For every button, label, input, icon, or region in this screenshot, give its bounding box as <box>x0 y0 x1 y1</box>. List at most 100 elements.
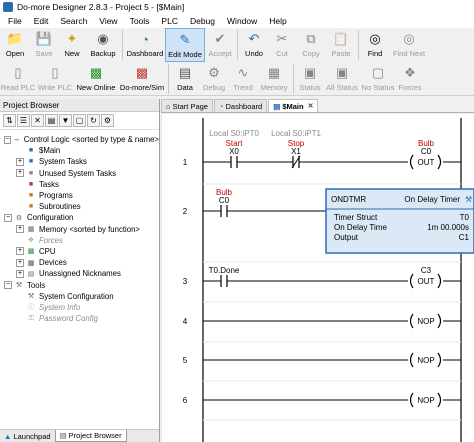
save-icon: 💾 <box>35 31 53 46</box>
timer-param-value: C1 <box>459 233 470 242</box>
tree-node[interactable]: − ⚙ Configuration <box>0 212 159 223</box>
expand-icon[interactable]: + <box>16 169 24 178</box>
ladder-diagram: 1Local S0:iPT0StartX0Local S0:iPT1StopX1… <box>161 114 474 442</box>
contact-nickname: Local S0:iPT1 <box>271 129 321 138</box>
list-view-icon[interactable]: ▤ <box>45 114 58 127</box>
copy-button[interactable]: ⧉ Copy <box>296 28 326 62</box>
filter-icon[interactable]: ▼ <box>59 114 72 127</box>
tree-node[interactable]: ⚒ System Configuration <box>0 291 159 302</box>
info-icon: ⓘ <box>27 304 35 312</box>
no-status-button[interactable]: ▢ No Status <box>360 62 396 96</box>
cross-ref-icon[interactable]: ✕ <box>31 114 44 127</box>
title-bar: Do-more Designer 2.8.3 - Project 5 - [$M… <box>0 0 474 14</box>
backup-button[interactable]: ◉ Backup <box>86 28 120 62</box>
collapse-icon[interactable]: − <box>4 213 12 222</box>
undo-button[interactable]: ↶ Undo <box>240 28 268 62</box>
menu-help[interactable]: Help <box>263 16 292 26</box>
edit-mode-button[interactable]: ✎ Edit Mode <box>165 28 205 62</box>
menu-view[interactable]: View <box>93 16 123 26</box>
new-online-button[interactable]: ▩ New Online <box>74 62 118 96</box>
paste-button[interactable]: 📋 Paste <box>326 28 356 62</box>
menu-window[interactable]: Window <box>221 16 263 26</box>
tree-node[interactable]: ■ $Main <box>0 145 159 156</box>
cut-button[interactable]: ✂ Cut <box>268 28 296 62</box>
collapse-icon[interactable]: − <box>4 135 11 144</box>
tree-node[interactable]: ■ Tasks <box>0 179 159 190</box>
rung-number: 6 <box>183 396 188 405</box>
find-next-button[interactable]: ◎ Find Next <box>389 28 429 62</box>
tree-node-label: System Configuration <box>39 291 114 301</box>
close-icon[interactable]: ✕ <box>308 102 314 110</box>
tree-node[interactable]: + ■ Unused System Tasks <box>0 168 159 179</box>
menu-tools[interactable]: Tools <box>124 16 156 26</box>
output-coil-right-arc <box>437 154 442 170</box>
menu-file[interactable]: File <box>2 16 28 26</box>
trend-button[interactable]: ∿ Trend <box>229 62 257 96</box>
memory-button[interactable]: ▦ Memory <box>257 62 291 96</box>
domore-sim-button[interactable]: ▩ Do-more/Sim <box>118 62 166 96</box>
expand-icon[interactable]: + <box>16 247 24 256</box>
forces-button[interactable]: ❖ Forces <box>396 62 424 96</box>
password-icon: ⚿ <box>28 314 34 322</box>
tab-main[interactable]: ▤ $Main ✕ <box>268 99 319 112</box>
tab-launchpad[interactable]: ▲ Launchpad <box>0 430 55 442</box>
tree-node[interactable]: − ∼ Control Logic <sorted by type & name> <box>0 134 159 145</box>
nop-coil-left-arc <box>409 313 414 329</box>
tab-project-browser[interactable]: ▤ Project Browser <box>54 430 127 442</box>
tree-node[interactable]: + ▤ Unassigned Nicknames <box>0 268 159 279</box>
read-plc-button[interactable]: ▯ Read PLC <box>0 62 36 96</box>
tab-start-page[interactable]: ⌂ Start Page <box>161 99 213 112</box>
tree-node[interactable]: ■ Programs <box>0 190 159 201</box>
new-button[interactable]: ✦ New <box>58 28 86 62</box>
tree-node[interactable]: + ▩ CPU <box>0 246 159 257</box>
app-icon <box>3 2 13 12</box>
expand-icon[interactable]: + <box>16 258 24 267</box>
collapse-icon[interactable]: − <box>4 281 12 290</box>
menu-search[interactable]: Search <box>54 16 93 26</box>
contact-address: X0 <box>229 147 239 156</box>
save-button[interactable]: 💾 Save <box>30 28 58 62</box>
expand-icon[interactable]: ▢ <box>73 114 86 127</box>
tree-node[interactable]: + ■ System Tasks <box>0 156 159 167</box>
home-icon: ⌂ <box>166 101 171 111</box>
expand-icon[interactable]: + <box>16 269 24 278</box>
tree-node[interactable]: ■ Subroutines <box>0 201 159 212</box>
tree-node-label: System Tasks <box>39 157 87 167</box>
all-status-button[interactable]: ▣ All Status <box>324 62 360 96</box>
tree-node[interactable]: − ⚒ Tools <box>0 279 159 290</box>
plc-toolbar: ▯ Read PLC ▯ Write PLC ▩ New Online ▩ Do… <box>0 62 474 96</box>
dashboard-button[interactable]: ◔ Dashboard <box>125 28 165 62</box>
debug-button[interactable]: ⚙ Debug <box>199 62 229 96</box>
tab-dashboard[interactable]: ◔ Dashboard <box>213 99 268 112</box>
refresh-icon[interactable]: ↻ <box>87 114 100 127</box>
output-coil-left-arc <box>409 273 414 289</box>
data-button[interactable]: ▤ Data <box>171 62 199 96</box>
find-button[interactable]: ◎ Find <box>361 28 389 62</box>
coil-address: C3 <box>421 266 432 275</box>
tree-node[interactable]: + ▩ Devices <box>0 257 159 268</box>
tree-node-label: Unused System Tasks <box>39 168 116 178</box>
tree-node[interactable]: ⚿ Password Config <box>0 313 159 324</box>
status-button[interactable]: ▣ Status <box>296 62 324 96</box>
menu-plc[interactable]: PLC <box>155 16 184 26</box>
contact-address: X1 <box>291 147 301 156</box>
timer-param-label: Timer Struct <box>334 213 378 222</box>
sort-icon[interactable]: ⇅ <box>3 114 16 127</box>
open-button[interactable]: 📁 Open <box>0 28 30 62</box>
tree-node[interactable]: + ▦ Memory <sorted by function> <box>0 224 159 235</box>
tree-node[interactable]: ⓘ System Info <box>0 302 159 313</box>
write-plc-button[interactable]: ▯ Write PLC <box>36 62 74 96</box>
tree-node-label: Unassigned Nicknames <box>39 269 121 279</box>
ladder-editor[interactable]: 1 Local S0:iPT0 Start X0 Local S0:iPT1 Stop X1… <box>161 114 474 442</box>
expand-icon[interactable]: + <box>16 225 24 234</box>
menu-edit[interactable]: Edit <box>28 16 55 26</box>
menu-debug[interactable]: Debug <box>184 16 221 26</box>
toolbar-separator <box>122 30 123 60</box>
tree-node[interactable]: ❖ Forces <box>0 235 159 246</box>
timer-param-label: Output <box>334 233 359 242</box>
expand-icon[interactable]: + <box>16 157 24 166</box>
tree-view-icon[interactable]: ☰ <box>17 114 30 127</box>
system-config-icon: ⚒ <box>27 293 35 301</box>
accept-button[interactable]: ✔ Accept <box>205 28 235 62</box>
settings-icon[interactable]: ⚙ <box>101 114 114 127</box>
